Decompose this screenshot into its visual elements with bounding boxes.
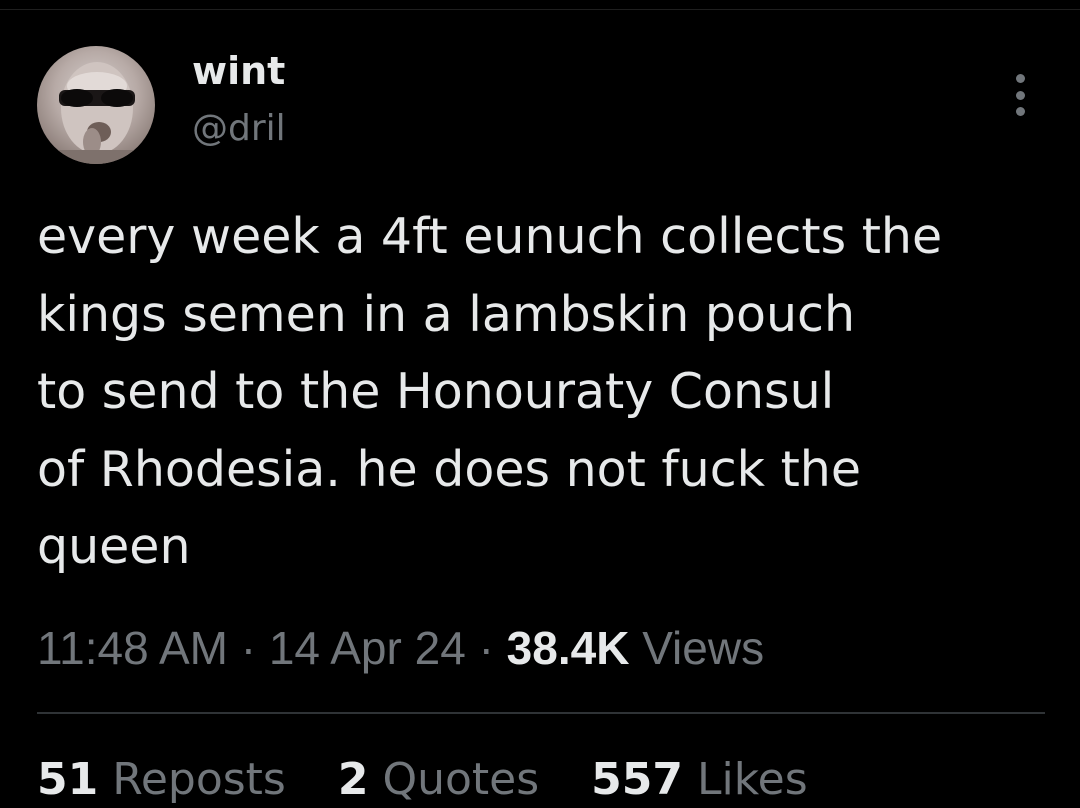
stats-divider xyxy=(37,712,1045,714)
reposts-label: Reposts xyxy=(112,754,286,805)
more-dot xyxy=(1015,90,1025,100)
tweet-line: kings semen in a lambskin pouch xyxy=(37,285,856,343)
likes-count: 557 xyxy=(591,754,684,805)
quotes-stat[interactable]: 2 Quotes xyxy=(338,752,539,808)
display-name[interactable]: wint xyxy=(192,48,285,94)
tweet-line: every week a 4ft eunuch collects the xyxy=(37,208,943,265)
likes-stat[interactable]: 557 Likes xyxy=(591,752,808,808)
profile-photo-icon xyxy=(37,62,155,164)
tweet-date[interactable]: 14 Apr 24 xyxy=(269,622,466,674)
meta-separator: · xyxy=(478,622,494,674)
tweet-line: queen xyxy=(37,518,191,575)
more-dot xyxy=(1015,74,1025,83)
likes-label: Likes xyxy=(697,754,808,805)
tweet-text: every week a 4ft eunuch collects the kin… xyxy=(37,198,1047,586)
avatar[interactable] xyxy=(37,46,155,164)
user-handle[interactable]: @dril xyxy=(192,106,286,152)
top-divider xyxy=(0,9,1080,10)
engagement-stats: 51 Reposts 2 Quotes 557 Likes xyxy=(37,752,846,808)
tweet-line: to send to the Honouraty Consul xyxy=(37,363,835,420)
more-options-icon[interactable] xyxy=(1006,74,1034,116)
tweet-meta: 11:48 AM · 14 Apr 24 · 38.4K Views xyxy=(37,620,764,676)
views-count: 38.4K xyxy=(506,622,630,674)
tweet-time[interactable]: 11:48 AM xyxy=(37,622,228,674)
more-dot xyxy=(1015,107,1025,116)
tweet-line: of Rhodesia. he does not fuck the xyxy=(37,440,862,498)
meta-separator: · xyxy=(240,622,257,674)
quotes-label: Quotes xyxy=(382,754,540,805)
reposts-count: 51 xyxy=(37,754,99,805)
views-label: Views xyxy=(642,622,765,674)
quotes-count: 2 xyxy=(337,754,369,805)
reposts-stat[interactable]: 51 Reposts xyxy=(37,752,286,808)
